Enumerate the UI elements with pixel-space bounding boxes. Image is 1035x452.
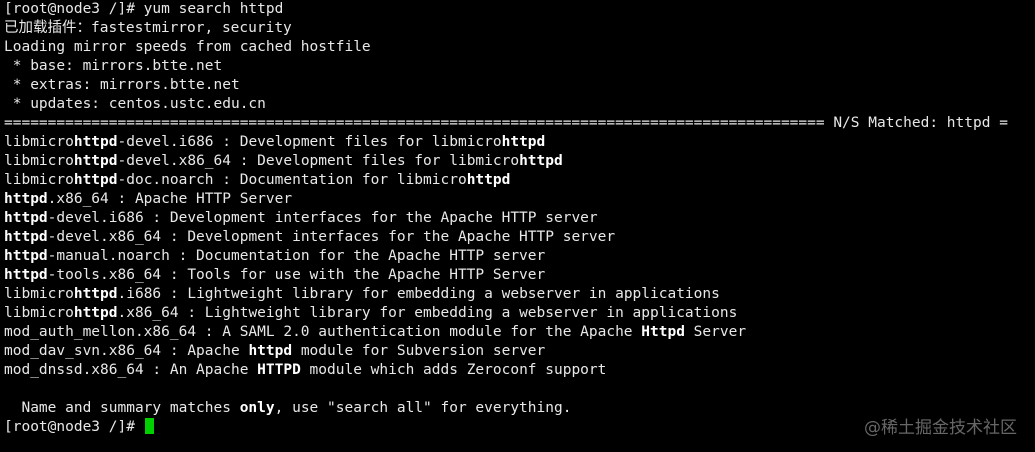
match-highlight: httpd [248,343,293,359]
terminal-line: httpd-devel.x86_64 : Development interfa… [4,228,1035,247]
terminal-line: httpd-manual.noarch : Documentation for … [4,247,1035,266]
match-highlight: httpd [73,286,118,302]
terminal-text: libmicro [4,305,74,321]
terminal-text: -tools.x86_64 : Tools for use with the A… [47,267,546,283]
terminal-text: -devel.i686 : Development files for libm… [117,134,502,150]
match-highlight: httpd [4,267,48,283]
terminal-text: -devel.i686 : Development interfaces for… [47,210,598,226]
terminal-text: Server [684,324,747,340]
terminal-line: httpd-tools.x86_64 : Tools for use with … [4,266,1035,285]
terminal-window[interactable]: [root@node3 /]# yum search httpd 已加载插件：fa… [0,0,1035,452]
terminal-text: -devel.x86_64 : Development interfaces f… [47,229,616,245]
match-highlight: httpd [73,172,118,188]
match-highlight: httpd [466,172,511,188]
terminal-text: mod_dav_svn.x86_64 : Apache [4,343,249,359]
terminal-line: httpd.x86_64 : Apache HTTP Server [4,190,1035,209]
terminal-line: mod_dnssd.x86_64 : An Apache HTTPD modul… [4,361,1035,380]
match-highlight: httpd [73,305,118,321]
match-highlight: httpd [4,229,48,245]
match-highlight: httpd [519,153,563,169]
terminal-text: libmicro [4,286,74,302]
terminal-text: Loading mirror speeds from cached hostfi… [4,39,371,55]
terminal-line: httpd-devel.i686 : Development interface… [4,209,1035,228]
terminal-line: * updates: centos.ustc.edu.cn [4,95,1035,114]
terminal-line: Loading mirror speeds from cached hostfi… [4,38,1035,57]
terminal-text: libmicro [4,153,74,169]
terminal-text: .x86_64 : Lightweight library for embedd… [117,305,738,321]
terminal-line: mod_dav_svn.x86_64 : Apache httpd module… [4,342,1035,361]
terminal-text: .i686 : Lightweight library for embeddin… [117,286,720,302]
terminal-line: 已加载插件：fastestmirror, security [4,19,1035,38]
terminal-text: 已加载插件：fastestmirror, security [4,20,292,36]
match-highlight: Httpd [641,324,685,340]
terminal-text: Name and summary matches [4,400,240,416]
terminal-text: [root@node3 /]# yum search httpd [4,1,284,17]
terminal-text: * base: mirrors.btte.net [4,58,223,74]
terminal-line: mod_auth_mellon.x86_64 : A SAML 2.0 auth… [4,323,1035,342]
terminal-text: -manual.noarch : Documentation for the A… [47,248,546,264]
terminal-line: [root@node3 /]# yum search httpd [4,0,1035,19]
terminal-text: * extras: mirrors.btte.net [4,77,240,93]
terminal-text: module which adds Zeroconf support [300,362,607,378]
terminal-text: -doc.noarch : Documentation for libmicro [117,172,467,188]
terminal-line: * extras: mirrors.btte.net [4,76,1035,95]
terminal-text: mod_dnssd.x86_64 : An Apache [4,362,258,378]
terminal-line: libmicrohttpd.x86_64 : Lightweight libra… [4,304,1035,323]
match-highlight: httpd [501,134,546,150]
match-highlight: httpd [4,210,48,226]
terminal-text: [root@node3 /]# [4,419,144,435]
terminal-text: * updates: centos.ustc.edu.cn [4,96,266,112]
terminal-text: , use "search all" for everything. [274,400,572,416]
match-highlight: httpd [4,248,48,264]
terminal-text: libmicro [4,172,74,188]
terminal-cursor[interactable] [144,418,154,434]
match-highlight: httpd [4,191,48,207]
match-highlight: httpd [73,153,118,169]
terminal-text: -devel.x86_64 : Development files for li… [117,153,520,169]
terminal-text: libmicro [4,134,74,150]
terminal-line: libmicrohttpd-devel.x86_64 : Development… [4,152,1035,171]
match-highlight: HTTPD [257,362,301,378]
watermark: @稀土掘金技术社区 [864,418,1017,438]
terminal-text: module for Subversion server [292,343,546,359]
terminal-line: ========================================… [4,114,1035,133]
terminal-line: libmicrohttpd-devel.i686 : Development f… [4,133,1035,152]
match-highlight: only [239,400,275,416]
match-highlight: httpd [73,134,118,150]
terminal-line: libmicrohttpd-doc.noarch : Documentation… [4,171,1035,190]
terminal-line: * base: mirrors.btte.net [4,57,1035,76]
terminal-text: mod_auth_mellon.x86_64 : A SAML 2.0 auth… [4,324,642,340]
terminal-text: ========================================… [4,115,1008,131]
terminal-text: .x86_64 : Apache HTTP Server [47,191,293,207]
terminal-line: libmicrohttpd.i686 : Lightweight library… [4,285,1035,304]
